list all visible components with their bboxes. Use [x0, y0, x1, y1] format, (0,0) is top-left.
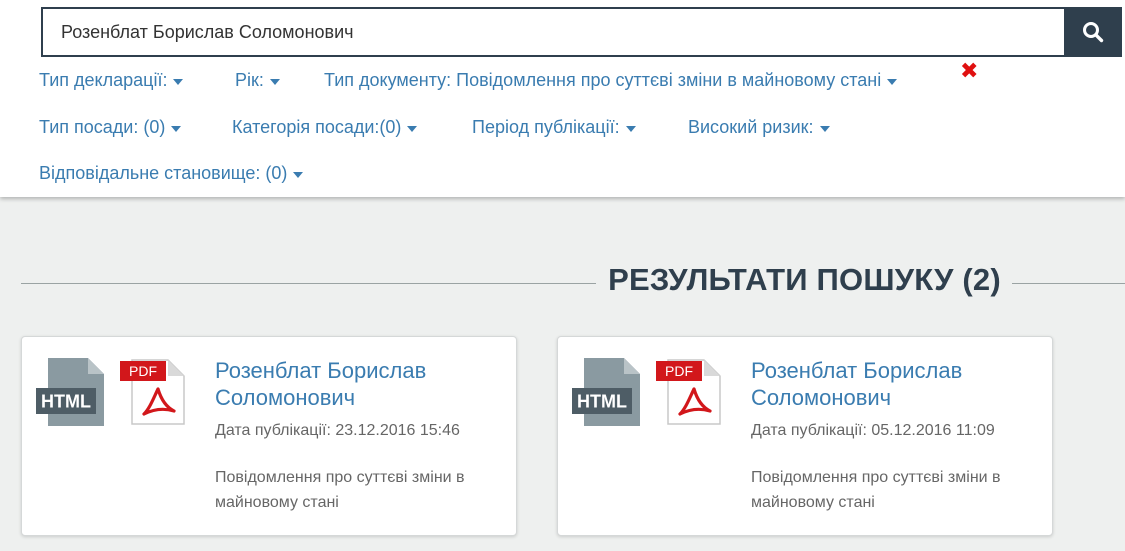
clear-filter-icon[interactable]: ✖	[960, 60, 978, 82]
caret-down-icon	[887, 78, 898, 85]
caret-down-icon	[171, 125, 182, 132]
publication-date: Дата публікації: 05.12.2016 11:09	[751, 422, 995, 439]
filter-publication-period[interactable]: Період публікації:	[472, 117, 636, 138]
filter-position-category[interactable]: Категорія посади:(0)	[232, 117, 418, 138]
search-box	[41, 7, 1122, 57]
results-divider-left	[21, 283, 596, 284]
filter-position-category-label: Категорія посади:(0)	[232, 117, 402, 137]
filter-declaration-type-label: Тип декларації:	[39, 70, 168, 90]
publication-date: Дата публікації: 23.12.2016 15:46	[215, 422, 460, 439]
results-title: РЕЗУЛЬТАТИ ПОШУКУ (2)	[608, 262, 1001, 297]
filter-responsible-position[interactable]: Відповідальне становище: (0)	[39, 163, 304, 184]
filter-responsible-position-label: Відповідальне становище: (0)	[39, 163, 288, 183]
filter-year[interactable]: Рік:	[235, 70, 280, 91]
html-file-icon[interactable]: HTML	[572, 358, 640, 426]
results-divider-right	[1012, 283, 1125, 284]
filter-high-risk[interactable]: Високий ризик:	[688, 117, 830, 138]
caret-down-icon	[819, 125, 830, 132]
search-icon	[1083, 22, 1104, 43]
filter-document-type-label: Тип документу: Повідомлення про суттєві …	[324, 70, 882, 90]
caret-down-icon	[173, 78, 184, 85]
pdf-icon-label: PDF	[129, 363, 157, 379]
pdf-file-icon[interactable]: PDF	[656, 358, 722, 426]
result-card: HTML PDF Розенблат Борислав Соломонович …	[21, 336, 517, 536]
html-icon-label: HTML	[577, 392, 627, 412]
result-card: HTML PDF Розенблат Борислав Соломонович …	[557, 336, 1053, 536]
filter-publication-period-label: Період публікації:	[472, 117, 620, 137]
declarant-name-link[interactable]: Розенблат Борислав Соломонович	[751, 357, 1041, 411]
filter-position-type-label: Тип посади: (0)	[39, 117, 166, 137]
html-file-icon[interactable]: HTML	[36, 358, 104, 426]
pdf-icon-label: PDF	[665, 363, 693, 379]
filter-high-risk-label: Високий ризик:	[688, 117, 814, 137]
filter-declaration-type[interactable]: Тип декларації:	[39, 70, 184, 91]
filter-position-type[interactable]: Тип посади: (0)	[39, 117, 182, 138]
search-button[interactable]	[1064, 7, 1122, 57]
caret-down-icon	[407, 125, 418, 132]
filter-document-type[interactable]: Тип документу: Повідомлення про суттєві …	[324, 70, 898, 91]
document-type: Повідомлення про суттєві зміни в майново…	[215, 469, 465, 511]
pdf-file-icon[interactable]: PDF	[120, 358, 186, 426]
caret-down-icon	[293, 171, 304, 178]
caret-down-icon	[269, 78, 280, 85]
html-icon-label: HTML	[41, 392, 91, 412]
declarant-name-link[interactable]: Розенблат Борислав Соломонович	[215, 357, 505, 411]
filter-year-label: Рік:	[235, 70, 264, 90]
search-panel: Тип декларації: Рік: Тип документу: Пові…	[0, 0, 1125, 197]
caret-down-icon	[625, 125, 636, 132]
search-input[interactable]	[43, 9, 1064, 55]
document-type: Повідомлення про суттєві зміни в майново…	[751, 469, 1001, 511]
